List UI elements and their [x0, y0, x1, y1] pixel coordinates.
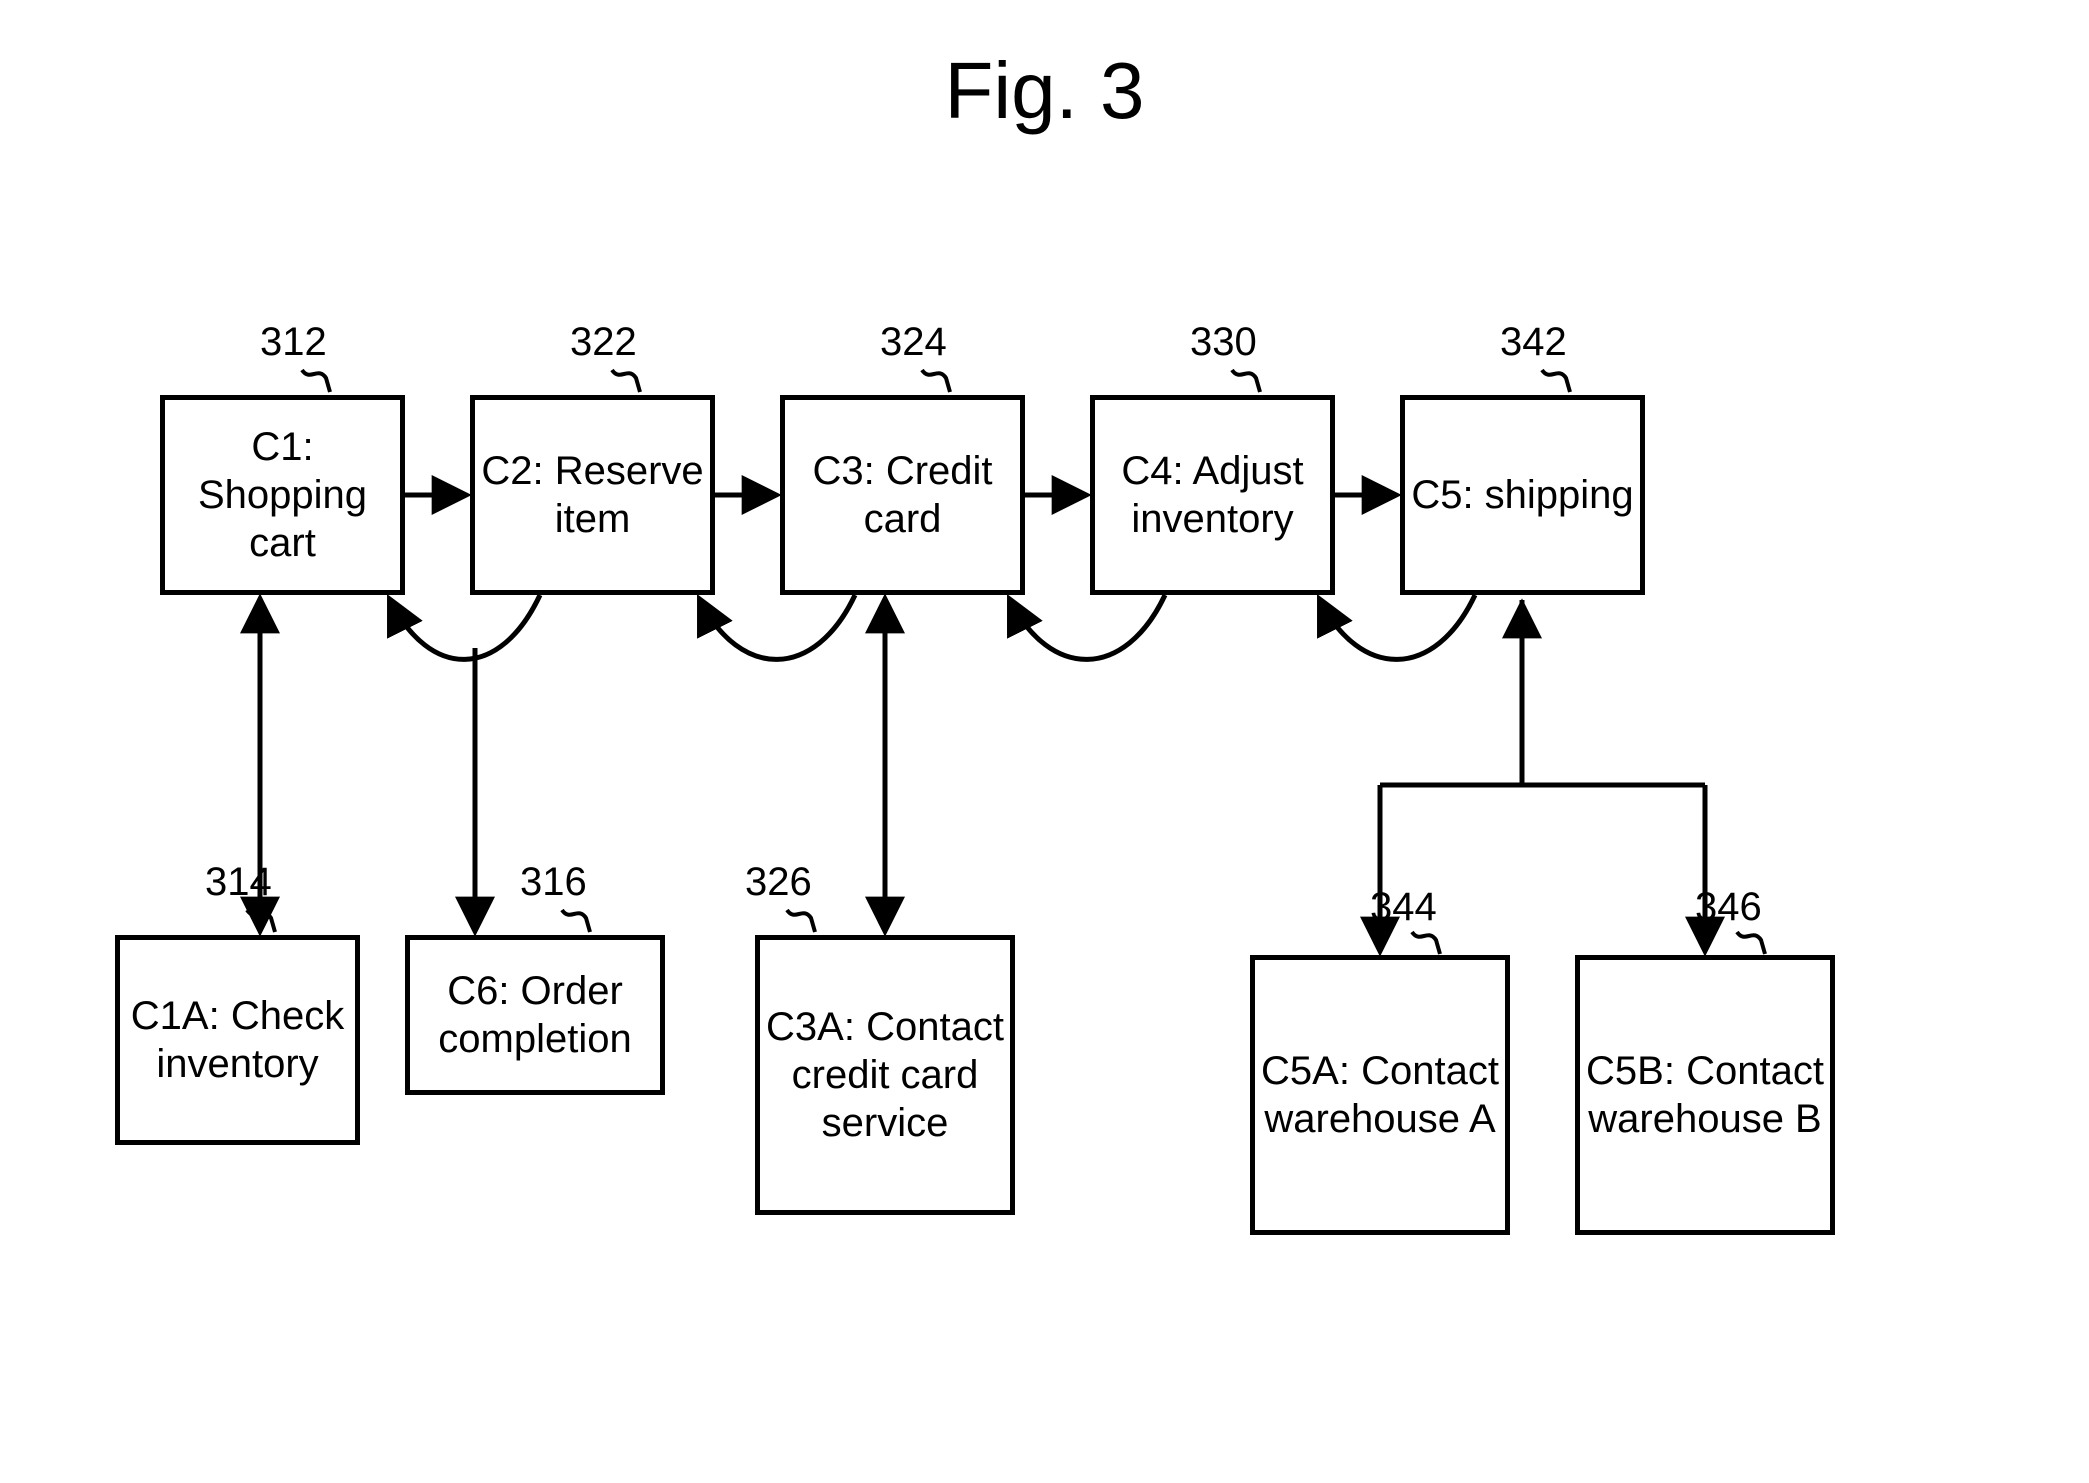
ref-c1: 312: [260, 320, 327, 365]
node-c5: C5: shipping: [1400, 395, 1645, 595]
node-c5b: C5B: Contact warehouse B: [1575, 955, 1835, 1235]
node-c5-label: C5: shipping: [1411, 471, 1633, 519]
node-c1a: C1A: Check inventory: [115, 935, 360, 1145]
node-c1-label: C1: Shopping cart: [171, 423, 394, 567]
node-c5a: C5A: Contact warehouse A: [1250, 955, 1510, 1235]
node-c5a-label: C5A: Contact warehouse A: [1261, 1047, 1499, 1143]
tick-icon: [610, 368, 646, 394]
ref-c5b: 346: [1695, 885, 1762, 930]
ref-c5a: 344: [1370, 885, 1437, 930]
connector-layer: [0, 0, 2089, 1483]
diagram-canvas: Fig. 3 C1: Shopping cart C2: Reserve ite…: [0, 0, 2089, 1483]
node-c3a: C3A: Contact credit card service: [755, 935, 1015, 1215]
tick-icon: [1410, 930, 1446, 956]
node-c3a-label: C3A: Contact credit card service: [766, 1003, 1004, 1147]
tick-icon: [245, 908, 281, 934]
ref-c5: 342: [1500, 320, 1567, 365]
node-c2-label: C2: Reserve item: [481, 447, 704, 543]
ref-c3: 324: [880, 320, 947, 365]
node-c4-label: C4: Adjust inventory: [1101, 447, 1324, 543]
node-c6: C6: Order completion: [405, 935, 665, 1095]
node-c3-label: C3: Credit card: [791, 447, 1014, 543]
node-c4: C4: Adjust inventory: [1090, 395, 1335, 595]
tick-icon: [300, 368, 336, 394]
node-c5b-label: C5B: Contact warehouse B: [1586, 1047, 1824, 1143]
ref-c4: 330: [1190, 320, 1257, 365]
node-c1a-label: C1A: Check inventory: [126, 992, 349, 1088]
tick-icon: [785, 908, 821, 934]
ref-c2: 322: [570, 320, 637, 365]
node-c3: C3: Credit card: [780, 395, 1025, 595]
tick-icon: [560, 908, 596, 934]
node-c2: C2: Reserve item: [470, 395, 715, 595]
node-c6-label: C6: Order completion: [416, 967, 654, 1063]
ref-c6: 316: [520, 860, 587, 905]
tick-icon: [1735, 930, 1771, 956]
figure-title: Fig. 3: [0, 45, 2089, 137]
tick-icon: [920, 368, 956, 394]
tick-icon: [1230, 368, 1266, 394]
node-c1: C1: Shopping cart: [160, 395, 405, 595]
tick-icon: [1540, 368, 1576, 394]
ref-c3a: 326: [745, 860, 812, 905]
ref-c1a: 314: [205, 860, 272, 905]
